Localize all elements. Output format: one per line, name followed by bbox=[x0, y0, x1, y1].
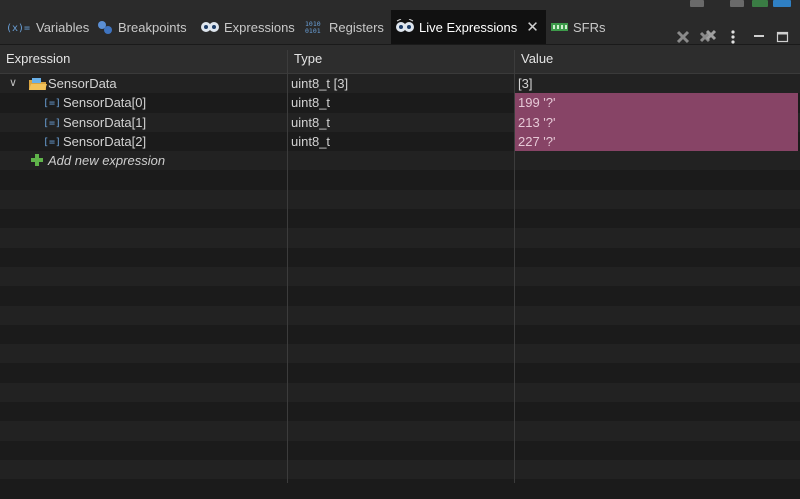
tab-label: Expressions bbox=[224, 19, 295, 35]
empty-row bbox=[0, 305, 800, 325]
expression-name: SensorData bbox=[48, 76, 117, 91]
tab-label: Live Expressions bbox=[419, 19, 518, 35]
empty-row bbox=[0, 228, 800, 248]
empty-row bbox=[0, 421, 800, 441]
expression-value: [3] bbox=[518, 76, 533, 91]
empty-row bbox=[0, 402, 800, 422]
empty-row bbox=[0, 382, 800, 403]
empty-row bbox=[0, 247, 800, 267]
tab-label: Registers bbox=[329, 19, 384, 35]
tab-label: SFRs bbox=[573, 19, 606, 35]
expression-type: uint8_t [3] bbox=[291, 76, 349, 91]
svg-text:[=]: [=] bbox=[43, 118, 59, 129]
expression-name: SensorData[1] bbox=[63, 114, 147, 130]
empty-row bbox=[0, 459, 800, 480]
empty-row bbox=[0, 324, 800, 345]
expression-name: SensorData[0] bbox=[63, 95, 147, 111]
expression-value: 213 '?' bbox=[518, 114, 556, 130]
empty-row bbox=[0, 170, 800, 190]
tab-expressions[interactable]: Expressions bbox=[200, 10, 295, 44]
empty-row bbox=[0, 286, 800, 306]
empty-row bbox=[0, 344, 800, 364]
toolbar-fragment bbox=[730, 0, 744, 7]
table-row[interactable]: [=] SensorData[1] uint8_t 213 '?' bbox=[0, 112, 800, 132]
column-header-value[interactable]: Value bbox=[515, 45, 800, 73]
svg-text:0101: 0101 bbox=[305, 27, 321, 35]
empty-row bbox=[0, 189, 800, 210]
outer-toolbar-strip bbox=[0, 0, 800, 10]
registers-icon: 1010 0101 bbox=[305, 19, 325, 35]
view-tab-bar: (x)= Variables Breakpoints Expressions 1… bbox=[0, 10, 800, 45]
close-icon[interactable]: ✕ bbox=[526, 20, 539, 35]
empty-row bbox=[0, 363, 800, 383]
changed-value-highlight bbox=[515, 93, 798, 113]
variables-icon: (x)= bbox=[6, 20, 32, 34]
tab-variables[interactable]: (x)= Variables bbox=[6, 10, 89, 44]
empty-row bbox=[0, 209, 800, 229]
tab-registers[interactable]: 1010 0101 Registers bbox=[305, 10, 384, 44]
svg-text:[=]: [=] bbox=[43, 137, 59, 148]
changed-value-highlight bbox=[515, 131, 798, 152]
table-row[interactable]: [=] SensorData[2] uint8_t 227 '?' bbox=[0, 131, 800, 152]
expressions-icon bbox=[200, 20, 220, 34]
svg-text:[=]: [=] bbox=[43, 98, 59, 109]
breakpoints-icon bbox=[96, 19, 114, 35]
empty-row bbox=[0, 479, 800, 499]
live-expressions-icon bbox=[395, 19, 415, 35]
chevron-down-icon[interactable]: ∨ bbox=[9, 74, 17, 93]
table-row[interactable]: [=] SensorData[0] uint8_t 199 '?' bbox=[0, 93, 800, 113]
column-header-expression[interactable]: Expression bbox=[0, 45, 288, 73]
tab-live-expressions[interactable]: Live Expressions ✕ bbox=[391, 10, 546, 44]
expression-type: uint8_t bbox=[291, 114, 331, 130]
tab-label: Breakpoints bbox=[118, 19, 187, 35]
expression-type: uint8_t bbox=[291, 95, 331, 111]
empty-row bbox=[0, 440, 800, 460]
column-divider bbox=[287, 50, 288, 483]
tab-breakpoints[interactable]: Breakpoints bbox=[96, 10, 187, 44]
column-header-type[interactable]: Type bbox=[288, 45, 515, 73]
table-header: Expression Type Value bbox=[0, 45, 800, 74]
svg-text:(x)=: (x)= bbox=[6, 23, 30, 34]
column-divider bbox=[514, 50, 515, 483]
toolbar-fragment bbox=[773, 0, 791, 7]
empty-row bbox=[0, 266, 800, 287]
table-row[interactable]: ∨ SensorData uint8_t [3] [3] bbox=[0, 74, 800, 94]
sfrs-icon bbox=[551, 21, 569, 33]
expression-type: uint8_t bbox=[291, 133, 331, 149]
add-expression-row[interactable]: Add new expression bbox=[0, 151, 800, 171]
expression-value: 199 '?' bbox=[518, 95, 556, 111]
changed-value-highlight bbox=[515, 112, 798, 132]
toolbar-fragment bbox=[752, 0, 768, 7]
toolbar-fragment bbox=[690, 0, 704, 7]
tab-sfrs[interactable]: SFRs bbox=[551, 10, 606, 44]
expressions-table: ∨ SensorData uint8_t [3] [3] [=] SensorD… bbox=[0, 74, 800, 499]
expression-value: 227 '?' bbox=[518, 133, 556, 149]
add-expression-label[interactable]: Add new expression bbox=[48, 151, 165, 170]
tab-label: Variables bbox=[36, 19, 90, 35]
expression-name: SensorData[2] bbox=[63, 133, 147, 149]
